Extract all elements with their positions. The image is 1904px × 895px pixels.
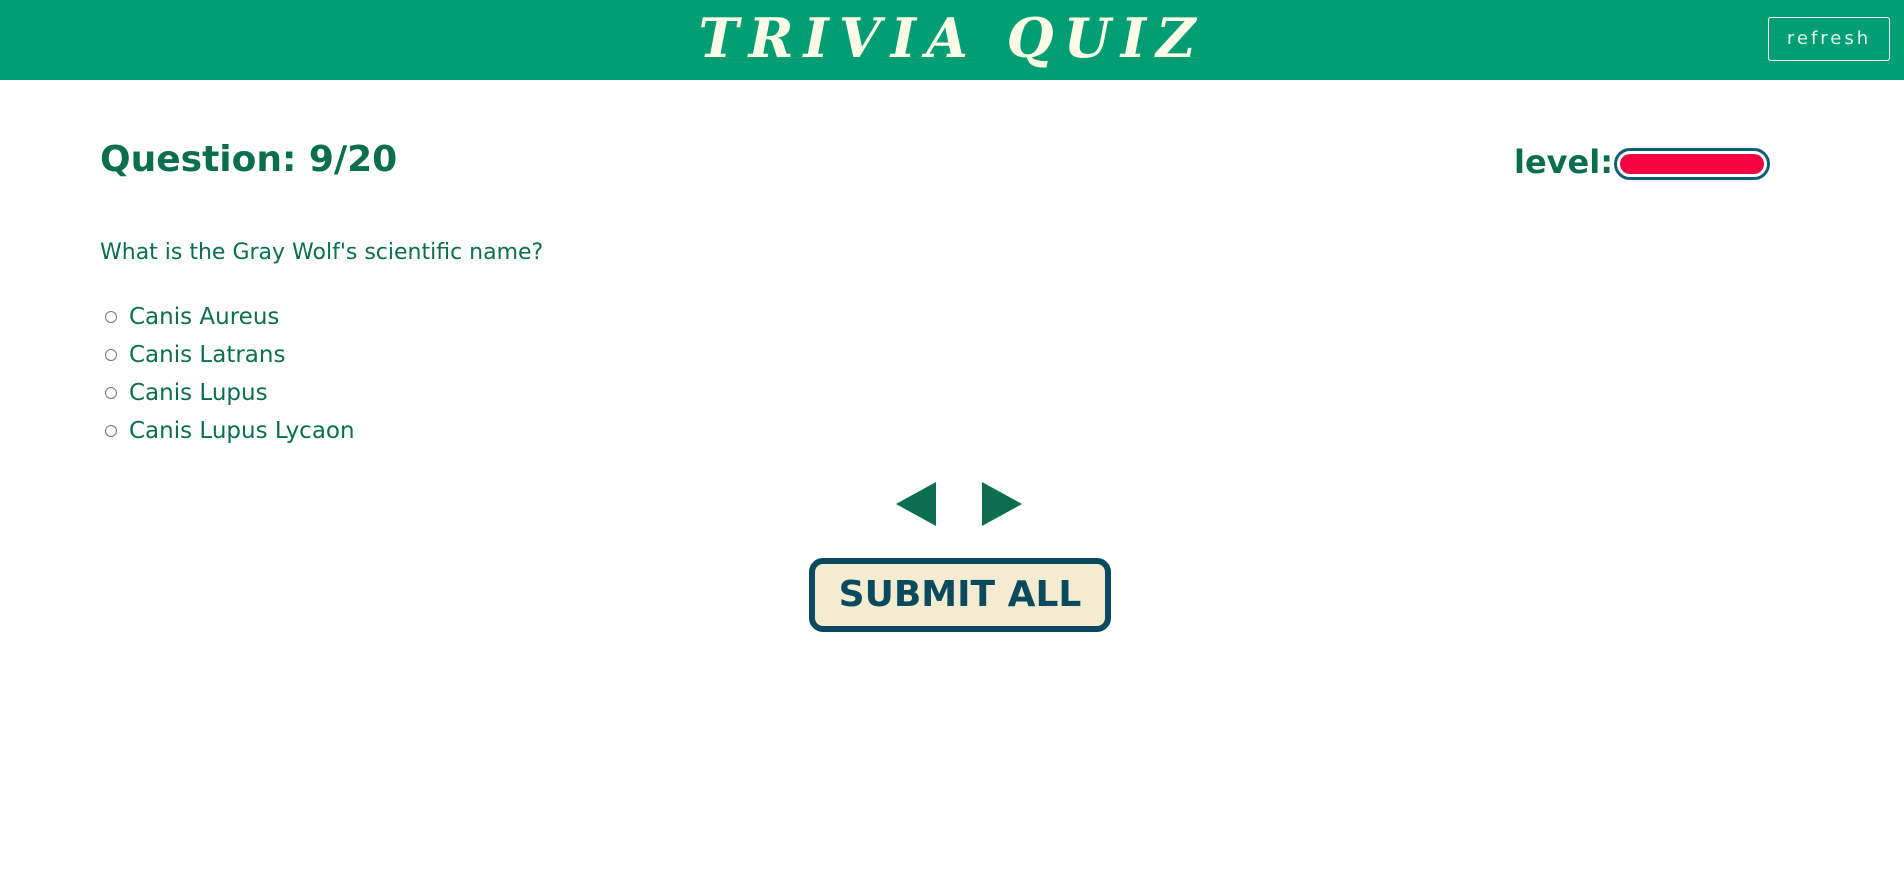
header-bar: TRIVIA QUIZ refresh bbox=[0, 0, 1904, 80]
triangle-right-icon bbox=[982, 482, 1022, 526]
triangle-left-icon bbox=[896, 482, 936, 526]
radio-button[interactable] bbox=[105, 425, 117, 437]
next-question-button[interactable] bbox=[980, 480, 1024, 528]
answer-option[interactable]: Canis Lupus bbox=[100, 374, 355, 412]
answer-option-label: Canis Latrans bbox=[129, 342, 286, 368]
answer-option[interactable]: Canis Latrans bbox=[100, 336, 355, 374]
radio-button[interactable] bbox=[105, 387, 117, 399]
answer-option-label: Canis Lupus Lycaon bbox=[129, 418, 355, 444]
level-meter bbox=[1614, 148, 1770, 180]
answer-option-label: Canis Lupus bbox=[129, 380, 268, 406]
answer-options: Canis Aureus Canis Latrans Canis Lupus C… bbox=[100, 298, 355, 450]
answer-option[interactable]: Canis Lupus Lycaon bbox=[100, 412, 355, 450]
refresh-button[interactable]: refresh bbox=[1768, 17, 1890, 61]
answer-option[interactable]: Canis Aureus bbox=[100, 298, 355, 336]
answer-option-label: Canis Aureus bbox=[129, 304, 280, 330]
radio-button[interactable] bbox=[105, 349, 117, 361]
radio-button[interactable] bbox=[105, 311, 117, 323]
app-title: TRIVIA QUIZ bbox=[698, 6, 1206, 70]
level-meter-fill bbox=[1620, 154, 1764, 174]
question-counter: Question: 9/20 bbox=[100, 139, 398, 180]
question-text: What is the Gray Wolf's scientific name? bbox=[100, 240, 544, 265]
previous-question-button[interactable] bbox=[894, 480, 938, 528]
submit-all-button[interactable]: SUBMIT ALL bbox=[809, 558, 1111, 632]
level-label: level: bbox=[1514, 143, 1613, 181]
